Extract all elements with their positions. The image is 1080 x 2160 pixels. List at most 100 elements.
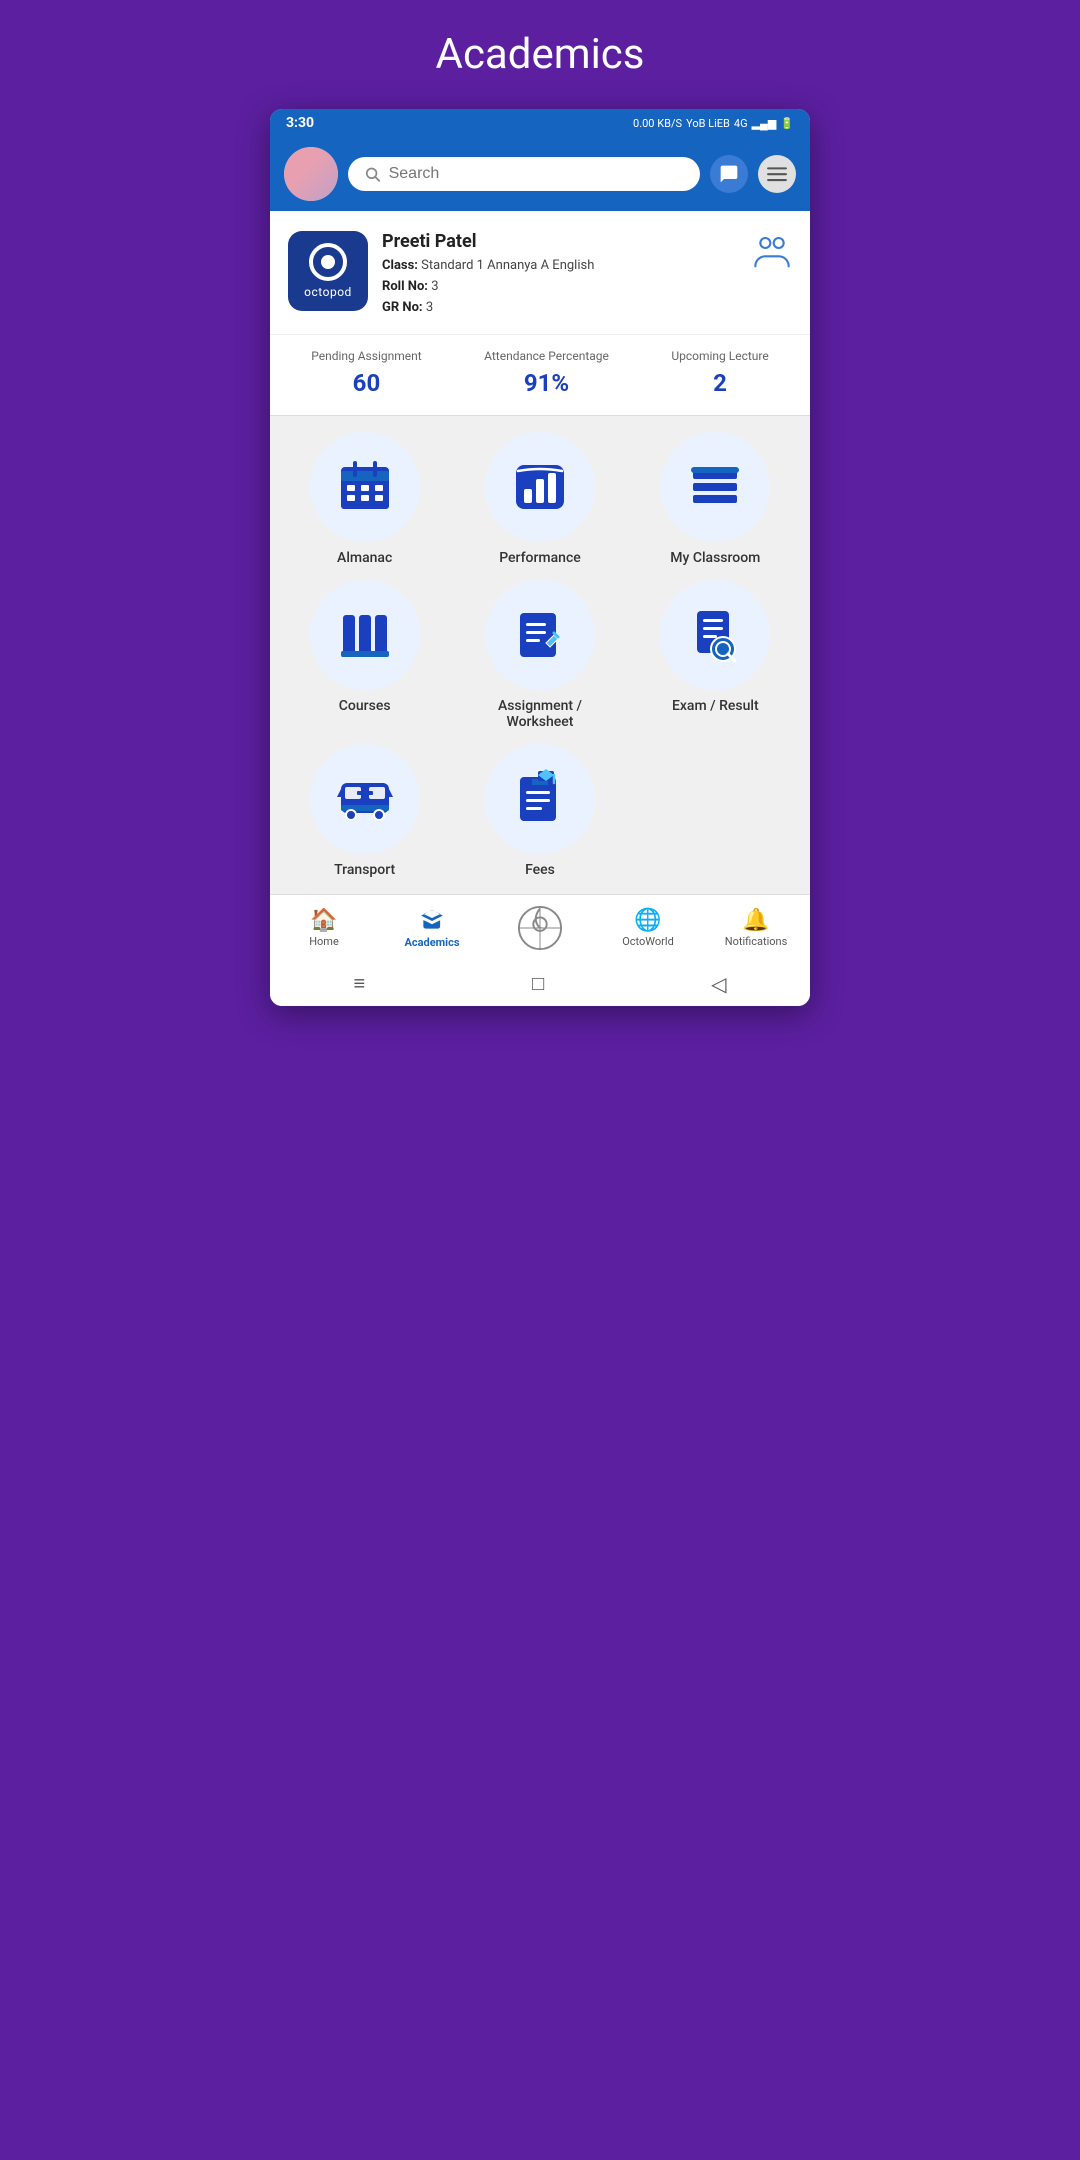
- profile-card: octopod Preeti Patel Class: Standard 1 A…: [270, 211, 810, 334]
- nav-notifications[interactable]: 🔔 Notifications: [716, 908, 796, 948]
- menu-item-fees[interactable]: Fees: [459, 744, 620, 878]
- stat-pending-label: Pending Assignment: [311, 349, 421, 363]
- profile-class: Class: Standard 1 Annanya A English: [382, 256, 738, 277]
- nav-octoworld-center[interactable]: +: [500, 905, 580, 951]
- family-icon: [752, 235, 792, 278]
- academics-icon: [419, 908, 445, 934]
- octoworld-icon: 🌐: [634, 908, 661, 933]
- gr-value: 3: [426, 300, 433, 315]
- menu-item-transport[interactable]: Transport: [284, 744, 445, 878]
- chat-icon: [719, 164, 739, 184]
- fees-icon-circle: [485, 744, 595, 854]
- status-time: 3:30: [286, 115, 314, 131]
- page-title: Academics: [436, 30, 645, 79]
- menu-item-exam-result[interactable]: Exam / Result: [635, 580, 796, 730]
- avatar-image: [284, 147, 338, 201]
- octoworld-label: OctoWorld: [622, 935, 674, 948]
- top-bar: [270, 137, 810, 211]
- almanac-icon-circle: [310, 432, 420, 542]
- menu-item-my-classroom[interactable]: My Classroom: [635, 432, 796, 566]
- hamburger-icon: [767, 164, 787, 184]
- class-value: Standard 1 Annanya A English: [421, 258, 594, 273]
- search-input[interactable]: [389, 165, 684, 183]
- stat-pending-value: 60: [311, 369, 421, 397]
- almanac-label: Almanac: [337, 550, 392, 566]
- courses-icon: [335, 605, 395, 665]
- exam-icon-circle: [660, 580, 770, 690]
- my-classroom-label: My Classroom: [670, 550, 760, 566]
- nav-octoworld[interactable]: 🌐 OctoWorld: [608, 908, 688, 948]
- octopod-logo: octopod: [288, 231, 368, 311]
- octoworld-center-icon: +: [517, 905, 563, 951]
- menu-item-almanac[interactable]: Almanac: [284, 432, 445, 566]
- assignment-label: Assignment /Worksheet: [498, 698, 582, 730]
- notifications-label: Notifications: [725, 935, 788, 948]
- fees-label: Fees: [525, 862, 555, 878]
- menu-item-performance[interactable]: Performance: [459, 432, 620, 566]
- performance-icon-circle: [485, 432, 595, 542]
- menu-grid: Almanac Performance: [270, 416, 810, 894]
- stat-attendance-label: Attendance Percentage: [484, 349, 609, 363]
- stat-attendance-value: 91%: [484, 369, 609, 397]
- search-bar[interactable]: [348, 157, 700, 191]
- octopod-circle-icon: [309, 243, 347, 281]
- profile-name: Preeti Patel: [382, 231, 738, 252]
- transport-icon: [335, 769, 395, 829]
- fees-icon: [510, 769, 570, 829]
- menu-item-assignment-worksheet[interactable]: Assignment /Worksheet: [459, 580, 620, 730]
- chat-button[interactable]: [710, 155, 748, 193]
- courses-label: Courses: [339, 698, 391, 714]
- academics-label: Academics: [405, 936, 460, 949]
- sys-home-button[interactable]: □: [532, 971, 544, 996]
- profile-roll: Roll No: 3: [382, 277, 738, 298]
- exam-icon: [685, 605, 745, 665]
- notifications-icon: 🔔: [742, 908, 769, 933]
- assignment-icon-circle: [485, 580, 595, 690]
- roll-value: 3: [431, 279, 438, 294]
- phone-frame: 3:30 0.00 KB/S YoB LiEB 4G ▂▄▆ 🔋: [270, 109, 810, 1006]
- status-bar: 3:30 0.00 KB/S YoB LiEB 4G ▂▄▆ 🔋: [270, 109, 810, 137]
- sys-back-button[interactable]: ◁: [711, 972, 726, 996]
- transport-icon-circle: [310, 744, 420, 854]
- svg-text:+: +: [537, 923, 543, 934]
- profile-info: Preeti Patel Class: Standard 1 Annanya A…: [382, 231, 738, 318]
- home-icon: 🏠: [310, 908, 337, 933]
- stat-lecture-value: 2: [671, 369, 768, 397]
- system-nav: ≡ □ ◁: [270, 957, 810, 1006]
- stats-row: Pending Assignment 60 Attendance Percent…: [270, 334, 810, 415]
- sim-info: YoB LiEB: [686, 117, 730, 130]
- menu-button[interactable]: [758, 155, 796, 193]
- signal-bars: ▂▄▆: [752, 117, 777, 130]
- assignment-icon: [510, 605, 570, 665]
- nav-academics[interactable]: Academics: [392, 908, 472, 949]
- octopod-inner-dot: [321, 255, 335, 269]
- performance-icon: [510, 457, 570, 517]
- avatar[interactable]: [284, 147, 338, 201]
- nav-home[interactable]: 🏠 Home: [284, 908, 364, 948]
- courses-icon-circle: [310, 580, 420, 690]
- stat-attendance[interactable]: Attendance Percentage 91%: [484, 349, 609, 397]
- performance-label: Performance: [499, 550, 581, 566]
- gr-label: GR No:: [382, 300, 423, 315]
- stat-pending-assignment[interactable]: Pending Assignment 60: [311, 349, 421, 397]
- battery-icon: 🔋: [780, 117, 794, 130]
- top-icons: [710, 155, 796, 193]
- home-label: Home: [309, 935, 339, 948]
- my-classroom-icon-circle: [660, 432, 770, 542]
- almanac-icon: [335, 457, 395, 517]
- class-label: Class:: [382, 258, 418, 273]
- profile-gr: GR No: 3: [382, 298, 738, 319]
- stat-lecture[interactable]: Upcoming Lecture 2: [671, 349, 768, 397]
- roll-label: Roll No:: [382, 279, 428, 294]
- transport-label: Transport: [334, 862, 395, 878]
- exam-result-label: Exam / Result: [672, 698, 759, 714]
- network-type: 4G: [734, 117, 748, 130]
- menu-item-courses[interactable]: Courses: [284, 580, 445, 730]
- sys-menu-button[interactable]: ≡: [353, 971, 365, 996]
- my-classroom-icon: [685, 457, 745, 517]
- stat-lecture-label: Upcoming Lecture: [671, 349, 768, 363]
- search-icon: [364, 165, 381, 183]
- status-right: 0.00 KB/S YoB LiEB 4G ▂▄▆ 🔋: [633, 117, 794, 130]
- octopod-label: octopod: [304, 285, 352, 299]
- bottom-nav: 🏠 Home Academics + 🌐 OctoWorld 🔔: [270, 894, 810, 957]
